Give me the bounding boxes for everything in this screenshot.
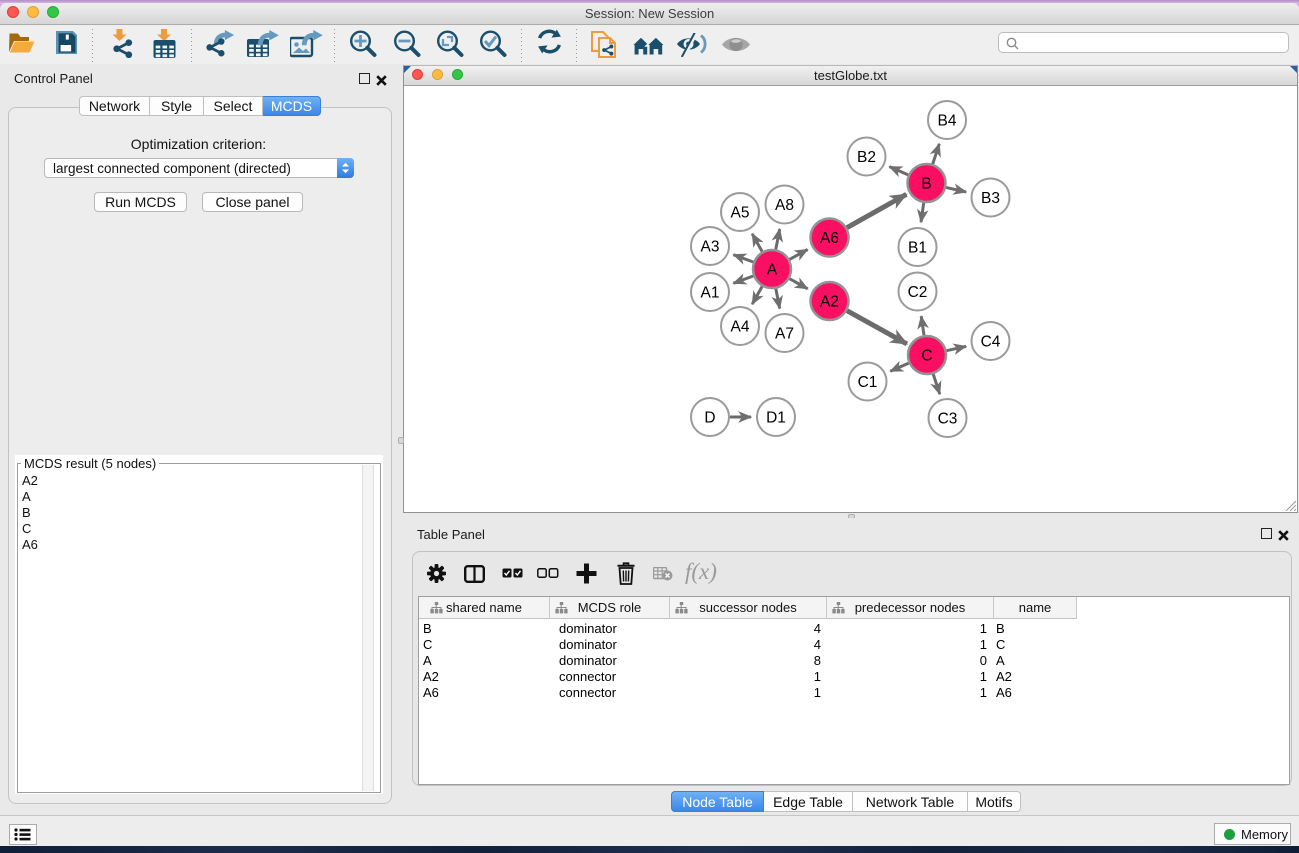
svg-text:C1: C1: [858, 374, 878, 391]
svg-text:B: B: [921, 176, 931, 193]
svg-text:A8: A8: [775, 197, 794, 214]
svg-text:D1: D1: [766, 410, 786, 427]
svg-text:B4: B4: [938, 113, 957, 130]
svg-text:D: D: [704, 410, 715, 427]
svg-text:A: A: [767, 262, 778, 279]
svg-text:C3: C3: [938, 411, 958, 428]
svg-text:B3: B3: [981, 190, 1000, 207]
svg-text:B1: B1: [908, 240, 927, 257]
svg-text:A6: A6: [820, 230, 839, 247]
svg-text:C: C: [921, 348, 932, 365]
svg-text:A3: A3: [701, 239, 720, 256]
svg-text:A5: A5: [731, 205, 750, 222]
svg-text:A2: A2: [820, 294, 839, 311]
svg-text:A1: A1: [701, 285, 720, 302]
svg-text:A7: A7: [775, 326, 794, 343]
svg-text:B2: B2: [857, 149, 876, 166]
svg-text:A4: A4: [731, 319, 750, 336]
svg-text:C2: C2: [908, 284, 928, 301]
svg-text:C4: C4: [981, 334, 1001, 351]
